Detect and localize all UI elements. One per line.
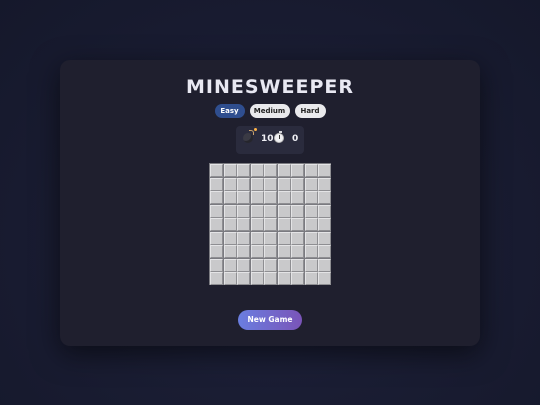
board-cell[interactable] <box>277 272 291 285</box>
board-cell[interactable] <box>223 191 237 204</box>
board-cell[interactable] <box>318 272 331 285</box>
board-cell[interactable] <box>210 258 223 272</box>
board-cell[interactable] <box>291 204 304 218</box>
board-cell[interactable] <box>250 177 264 191</box>
board-cell[interactable] <box>250 191 264 204</box>
board-cell[interactable] <box>210 218 223 231</box>
board-cell[interactable] <box>291 191 304 204</box>
board-cell[interactable] <box>318 204 331 218</box>
board-cell[interactable] <box>237 191 250 204</box>
board-cell[interactable] <box>318 177 331 191</box>
board-cell[interactable] <box>318 164 331 177</box>
difficulty-selector: Easy Medium Hard <box>60 104 480 118</box>
board-cell[interactable] <box>264 218 277 231</box>
board-cell[interactable] <box>318 258 331 272</box>
board-cell[interactable] <box>304 272 318 285</box>
board-cell[interactable] <box>291 218 304 231</box>
board-cell[interactable] <box>210 245 223 258</box>
stopwatch-icon <box>274 131 284 143</box>
game-card: MINESWEEPER Easy Medium Hard 10 0 New Ga… <box>60 60 480 346</box>
board-cell[interactable] <box>237 177 250 191</box>
board-cell[interactable] <box>223 177 237 191</box>
board-cell[interactable] <box>210 164 223 177</box>
board-cell[interactable] <box>250 218 264 231</box>
board-cell[interactable] <box>250 231 264 245</box>
board-cell[interactable] <box>277 258 291 272</box>
board-cell[interactable] <box>250 164 264 177</box>
board-cell[interactable] <box>264 164 277 177</box>
board-cell[interactable] <box>250 245 264 258</box>
board-cell[interactable] <box>237 272 250 285</box>
bomb-icon <box>243 128 257 143</box>
board-cell[interactable] <box>210 272 223 285</box>
board-cell[interactable] <box>250 258 264 272</box>
board-cell[interactable] <box>250 204 264 218</box>
board-cell[interactable] <box>210 177 223 191</box>
board-cell[interactable] <box>277 245 291 258</box>
board-cell[interactable] <box>223 258 237 272</box>
status-panel: 10 0 <box>236 126 304 154</box>
board-cell[interactable] <box>304 258 318 272</box>
board-cell[interactable] <box>291 272 304 285</box>
board-cell[interactable] <box>277 231 291 245</box>
board-cell[interactable] <box>264 231 277 245</box>
board-cell[interactable] <box>237 218 250 231</box>
board-cell[interactable] <box>277 204 291 218</box>
board-cell[interactable] <box>264 191 277 204</box>
board-cell[interactable] <box>223 245 237 258</box>
board-cell[interactable] <box>304 164 318 177</box>
board-cell[interactable] <box>264 245 277 258</box>
board-cell[interactable] <box>304 191 318 204</box>
board-cell[interactable] <box>291 177 304 191</box>
board-cell[interactable] <box>237 231 250 245</box>
board-cell[interactable] <box>277 218 291 231</box>
board-cell[interactable] <box>210 231 223 245</box>
board-cell[interactable] <box>277 191 291 204</box>
board-cell[interactable] <box>250 272 264 285</box>
board-cell[interactable] <box>318 218 331 231</box>
board-cell[interactable] <box>237 245 250 258</box>
board-cell[interactable] <box>304 245 318 258</box>
board-cell[interactable] <box>223 218 237 231</box>
board-cell[interactable] <box>291 231 304 245</box>
mine-counter: 10 <box>261 134 274 144</box>
board-cell[interactable] <box>304 231 318 245</box>
board-cell[interactable] <box>264 204 277 218</box>
board-cell[interactable] <box>291 258 304 272</box>
difficulty-easy-button[interactable]: Easy <box>214 104 245 118</box>
board-cell[interactable] <box>223 164 237 177</box>
game-title: MINESWEEPER <box>186 76 354 98</box>
board-cell[interactable] <box>304 177 318 191</box>
timer-display: 0 <box>292 134 299 144</box>
board-cell[interactable] <box>264 272 277 285</box>
board-cell[interactable] <box>277 177 291 191</box>
board-cell[interactable] <box>237 164 250 177</box>
board-cell[interactable] <box>223 272 237 285</box>
board-cell[interactable] <box>318 245 331 258</box>
board-cell[interactable] <box>264 177 277 191</box>
board-cell[interactable] <box>210 204 223 218</box>
board-cell[interactable] <box>223 231 237 245</box>
board-cell[interactable] <box>291 164 304 177</box>
new-game-button[interactable]: New Game <box>238 310 302 330</box>
board-cell[interactable] <box>304 218 318 231</box>
board-cell[interactable] <box>304 204 318 218</box>
difficulty-hard-button[interactable]: Hard <box>294 104 326 118</box>
board-cell[interactable] <box>210 191 223 204</box>
minefield-board <box>209 163 331 285</box>
board-cell[interactable] <box>318 231 331 245</box>
board-cell[interactable] <box>264 258 277 272</box>
board-cell[interactable] <box>291 245 304 258</box>
board-cell[interactable] <box>237 258 250 272</box>
board-cell[interactable] <box>277 164 291 177</box>
board-cell[interactable] <box>318 191 331 204</box>
difficulty-medium-button[interactable]: Medium <box>249 104 290 118</box>
board-cell[interactable] <box>223 204 237 218</box>
board-cell[interactable] <box>237 204 250 218</box>
